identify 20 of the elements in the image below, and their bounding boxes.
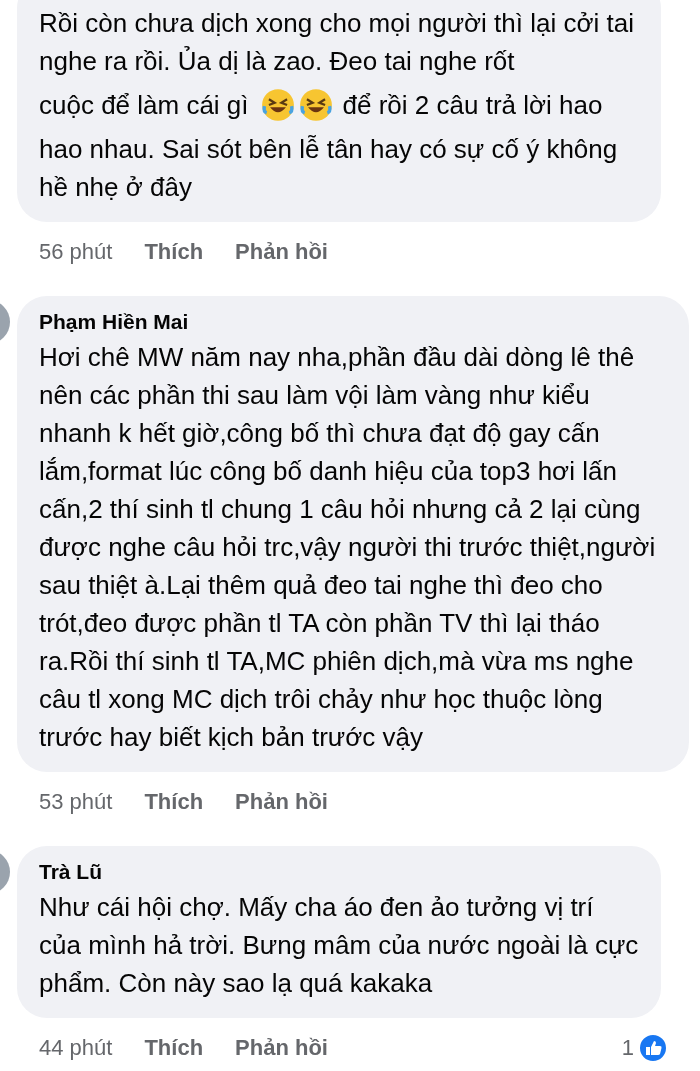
comment-time: 56 phút [39, 239, 113, 265]
comment-text: Hơi chê MW năm nay nha,phần đầu dài dòng lê thê nên các phần thi sau làm vội làm vàng như kiểu nhanh k hết giờ,công bố thì chưa đạt độ gay cấn lắm,format lúc công bố danh hiệu của top3 hơi lấn cấn,2 thí sinh tl chung 1 câu hỏi nhưng cả 2 lại cùng được nghe câu hỏi trc,vậy người thi trước thiệt,người sau thiệt à.Lại thêm quả đeo tai nghe thì đeo cho trót,đeo được phần tl TA còn phần TV thì lại tháo ra.Rồi thí sinh tl TA,MC phiên dịch,mà vừa ms nghe câu tl xong MC dịch trôi chảy như học thuộc lòng trước hay biết kịch bản trước vậy [39, 341, 657, 754]
reaction-count: 1 [621, 1035, 634, 1061]
comment-text: hao nhau. Sai sót bên lễ tân hay có sự cố ý không hề nhẹ ở đây [39, 133, 619, 204]
like-link[interactable]: Thích [144, 239, 204, 265]
reply-link[interactable]: Phản hồi [235, 239, 328, 265]
comment-time: 44 phút [39, 1035, 113, 1061]
comment-text: để rồi 2 câu trả lời hao [342, 89, 603, 122]
like-link[interactable]: Thích [144, 789, 204, 815]
author-name[interactable]: Phạm Hiền Mai [39, 310, 667, 334]
author-name[interactable]: Trà Lũ [39, 860, 639, 884]
laughing-emoji-icon [298, 88, 333, 122]
comment-text: cuộc để làm cái gì [39, 89, 249, 122]
like-icon [638, 1033, 668, 1063]
comment-text: Như cái hội chợ. Mấy cha áo đen ảo tưởng vị trí của mình hả trời. Bưng mâm của nước ngoài là cực phẩm. Còn này sao lạ quá kakaka [39, 891, 639, 1000]
reply-link[interactable]: Phản hồi [235, 1035, 328, 1061]
comment-time: 53 phút [39, 789, 113, 815]
laughing-emoji-icon [260, 88, 295, 122]
like-link[interactable]: Thích [144, 1035, 204, 1061]
reply-link[interactable]: Phản hồi [235, 789, 328, 815]
